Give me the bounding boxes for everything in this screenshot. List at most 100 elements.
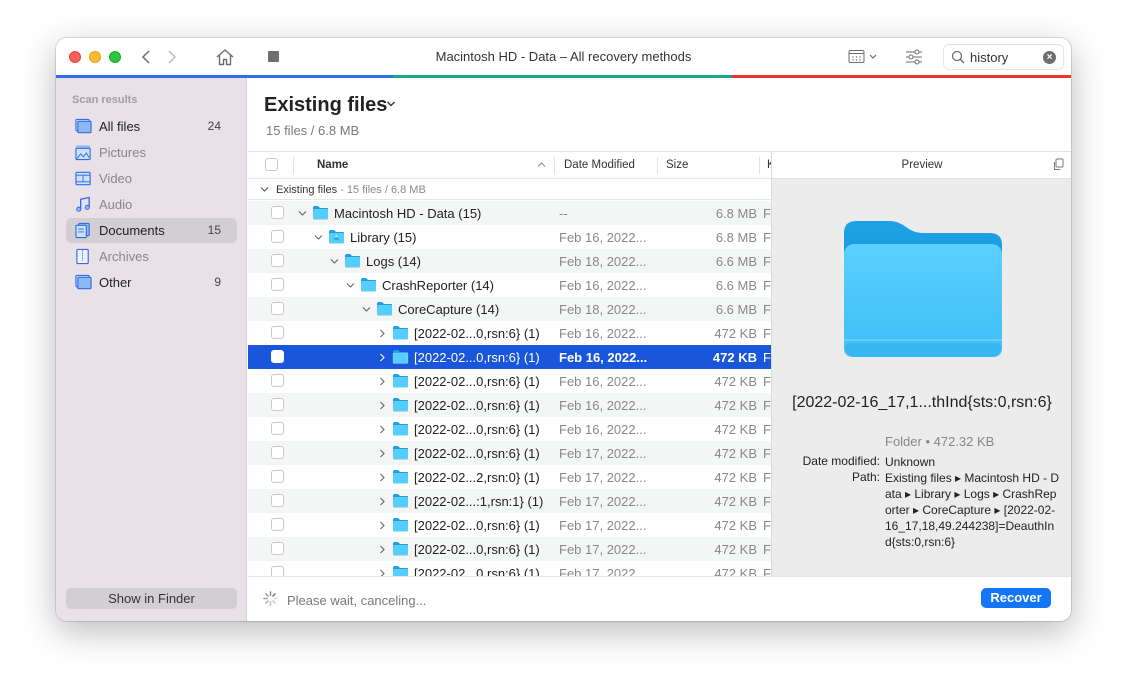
table-row[interactable]: Logs (14) Feb 18, 2022... 6.6 MB F: [248, 249, 771, 273]
chevron-right-icon[interactable]: [378, 425, 387, 434]
chevron-down-icon[interactable]: [260, 186, 269, 193]
row-date: Feb 17, 2022...: [559, 566, 647, 576]
row-kind: F: [763, 542, 771, 557]
folder-icon: [393, 446, 408, 460]
row-checkbox[interactable]: [271, 566, 284, 576]
row-name: [2022-02...0,rsn:6} (1): [414, 398, 540, 413]
sidebar-item-documents[interactable]: Documents 15: [66, 218, 237, 243]
table-row[interactable]: CoreCapture (14) Feb 18, 2022... 6.6 MB F: [248, 297, 771, 321]
status-text: Please wait, canceling...: [287, 593, 427, 608]
row-checkbox[interactable]: [271, 542, 284, 555]
sidebar-item-label: All files: [99, 119, 141, 134]
sidebar-item-count: 9: [214, 275, 221, 289]
table-row[interactable]: [2022-02...0,rsn:6} (1) Feb 17, 2022... 47…: [248, 537, 771, 561]
row-date: Feb 17, 2022...: [559, 542, 647, 557]
table-row[interactable]: [2022-02...0,rsn:6} (1) Feb 16, 2022... 47…: [248, 393, 771, 417]
page-title[interactable]: Existing files: [264, 94, 387, 117]
copy-icon[interactable]: [1052, 158, 1064, 171]
sidebar-item-all-files[interactable]: All files 24: [66, 114, 237, 139]
chevron-down-icon[interactable]: [362, 305, 371, 314]
row-checkbox[interactable]: [271, 302, 284, 315]
row-kind: F: [763, 206, 771, 221]
row-checkbox[interactable]: [271, 278, 284, 291]
chevron-right-icon[interactable]: [378, 521, 387, 530]
close-window-button[interactable]: [69, 51, 81, 63]
show-in-finder-button[interactable]: Show in Finder: [66, 588, 237, 609]
filter-button[interactable]: [904, 48, 924, 66]
table-row[interactable]: Library (15) Feb 16, 2022... 6.8 MB F: [248, 225, 771, 249]
home-button[interactable]: [214, 47, 236, 67]
row-checkbox[interactable]: [271, 518, 284, 531]
chevron-right-icon[interactable]: [378, 353, 387, 362]
row-checkbox[interactable]: [271, 230, 284, 243]
table-row[interactable]: [2022-02...0,rsn:6} (1) Feb 16, 2022... 47…: [248, 369, 771, 393]
column-header-date[interactable]: Date Modified: [564, 159, 635, 171]
chevron-right-icon[interactable]: [378, 449, 387, 458]
chevron-right-icon[interactable]: [378, 545, 387, 554]
chevron-right-icon[interactable]: [378, 329, 387, 338]
sidebar-item-video[interactable]: Video: [66, 166, 237, 191]
row-size: 6.6 MB: [715, 254, 757, 269]
chevron-down-icon[interactable]: [330, 257, 339, 266]
table-row[interactable]: [2022-02...0,rsn:6} (1) Feb 16, 2022... 47…: [248, 321, 771, 345]
table-row[interactable]: [2022-02...0,rsn:6} (1) Feb 16, 2022... 47…: [248, 417, 771, 441]
column-header-name[interactable]: Name: [317, 159, 348, 171]
clear-search-button[interactable]: ×: [1043, 51, 1056, 64]
row-size: 472 KB: [714, 470, 757, 485]
row-checkbox[interactable]: [271, 494, 284, 507]
group-header-row[interactable]: Existing files - 15 files / 6.8 MB: [248, 180, 771, 200]
minimize-window-button[interactable]: [89, 51, 101, 63]
table-row[interactable]: [2022-02...0,rsn:6} (1) Feb 17, 2022... 47…: [248, 561, 771, 576]
row-name: [2022-02...0,rsn:6} (1): [414, 374, 540, 389]
pictures-icon: [75, 145, 91, 161]
row-checkbox[interactable]: [271, 326, 284, 339]
row-checkbox[interactable]: [271, 350, 284, 363]
chevron-down-icon[interactable]: [314, 233, 323, 242]
chevron-right-icon[interactable]: [378, 497, 387, 506]
path-label: Path:: [851, 470, 880, 484]
maximize-window-button[interactable]: [109, 51, 121, 63]
row-kind: F: [763, 374, 771, 389]
row-checkbox[interactable]: [271, 470, 284, 483]
row-checkbox[interactable]: [271, 206, 284, 219]
chevron-right-icon[interactable]: [378, 401, 387, 410]
stop-scan-button[interactable]: [268, 51, 279, 62]
back-button[interactable]: [138, 47, 156, 67]
search-field[interactable]: ×: [943, 44, 1064, 70]
sidebar-item-audio[interactable]: Audio: [66, 192, 237, 217]
chevron-down-icon[interactable]: [386, 100, 396, 108]
select-all-checkbox[interactable]: [265, 158, 278, 171]
search-input[interactable]: [970, 49, 1042, 66]
row-checkbox[interactable]: [271, 422, 284, 435]
audio-icon: [76, 196, 90, 212]
chevron-right-icon[interactable]: [378, 569, 387, 576]
sidebar-item-archives[interactable]: Archives: [66, 244, 237, 269]
table-row[interactable]: CrashReporter (14) Feb 16, 2022... 6.6 MB F: [248, 273, 771, 297]
table-row[interactable]: [2022-02...:1,rsn:1} (1) Feb 17, 2022... 4…: [248, 489, 771, 513]
row-checkbox[interactable]: [271, 398, 284, 411]
chevron-down-icon[interactable]: [346, 281, 355, 290]
table-row[interactable]: [2022-02...2,rsn:0} (1) Feb 17, 2022... 47…: [248, 465, 771, 489]
view-mode-button[interactable]: [848, 49, 882, 65]
table-row[interactable]: [2022-02...0,rsn:6} (1) Feb 17, 2022... 47…: [248, 441, 771, 465]
chevron-right-icon[interactable]: [378, 377, 387, 386]
row-checkbox[interactable]: [271, 254, 284, 267]
path-value: Existing files ▸ Macintosh HD - Data ▸ L…: [885, 471, 1060, 549]
sidebar-item-pictures[interactable]: Pictures: [66, 140, 237, 165]
recover-button[interactable]: Recover: [981, 588, 1051, 608]
sidebar-item-label: Audio: [99, 197, 133, 212]
row-checkbox[interactable]: [271, 374, 284, 387]
chevron-right-icon[interactable]: [378, 473, 387, 482]
chevron-down-icon[interactable]: [298, 209, 307, 218]
folder-icon: [313, 206, 328, 220]
forward-button[interactable]: [162, 47, 180, 67]
row-size: 472 KB: [714, 326, 757, 341]
sidebar-item-other[interactable]: Other 9: [66, 270, 237, 295]
row-checkbox[interactable]: [271, 446, 284, 459]
table-row[interactable]: [2022-02...0,rsn:6} (1) Feb 17, 2022... 47…: [248, 513, 771, 537]
table-row[interactable]: Macintosh HD - Data (15) -- 6.8 MB F: [248, 201, 771, 225]
chevron-left-icon: [141, 50, 150, 64]
table-row[interactable]: [2022-02...0,rsn:6} (1) Feb 16, 2022... 47…: [248, 345, 771, 369]
main-content: Existing files 15 files / 6.8 MB Name Da…: [248, 78, 1071, 621]
column-header-size[interactable]: Size: [666, 159, 688, 171]
